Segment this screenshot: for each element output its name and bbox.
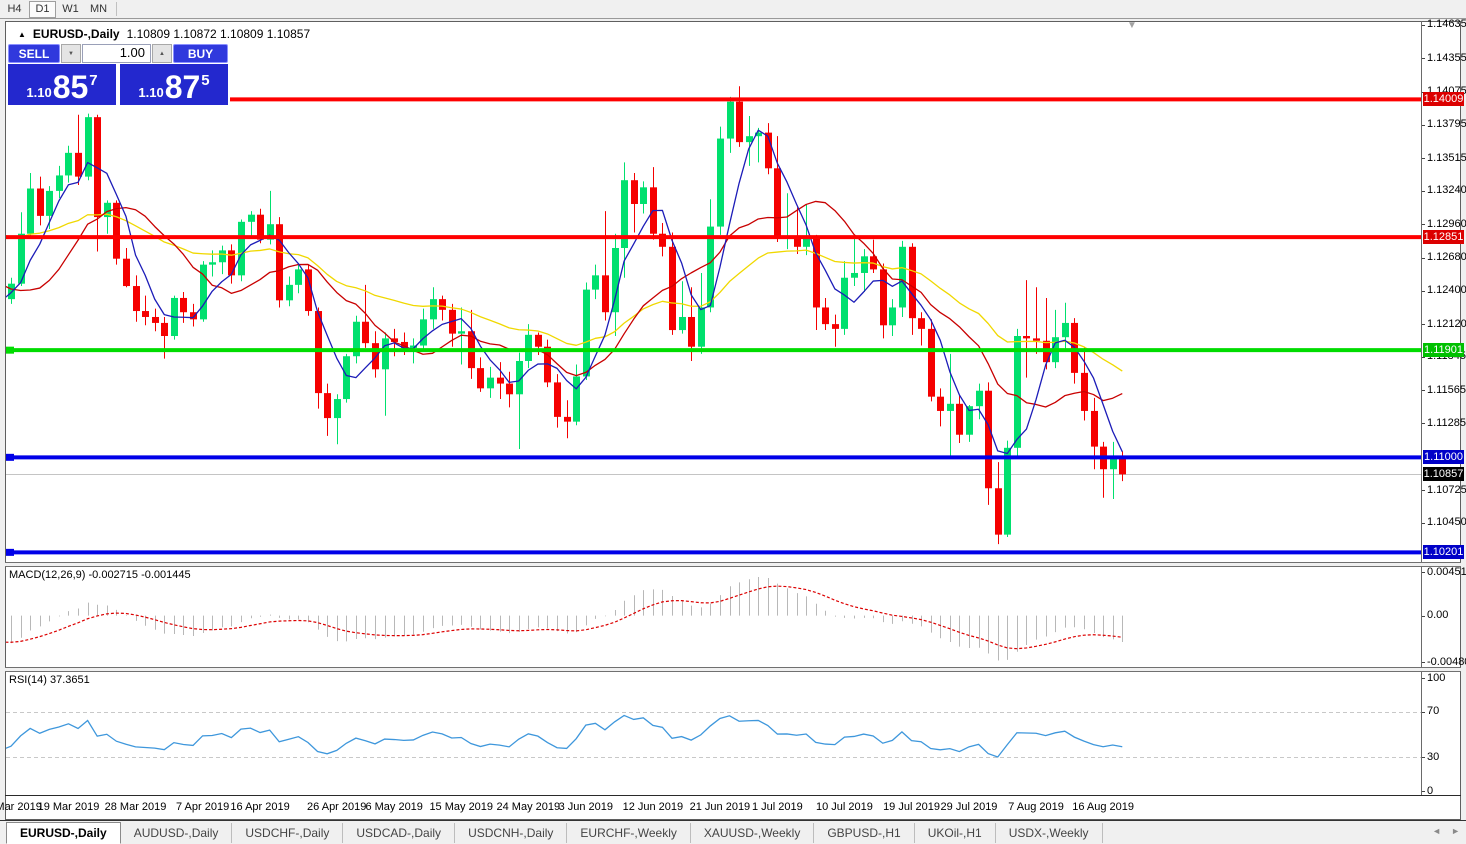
date-axis-label: 12 Jun 2019: [622, 801, 684, 813]
price-axis-label: 1.14355: [1427, 51, 1466, 64]
volume-decrease-button[interactable]: ▼: [61, 44, 81, 63]
price-level-badge: 1.10201: [1423, 545, 1464, 560]
date-axis-label: 29 Jul 2019: [940, 801, 998, 813]
price-axis-label: 1.12400: [1427, 284, 1466, 297]
price-axis-label: 1.14635: [1427, 18, 1466, 31]
collapse-arrow-icon[interactable]: ▲: [18, 30, 26, 39]
rsi-axis-label: 30: [1427, 750, 1440, 763]
macd-panel-resize-handle[interactable]: [5, 562, 1461, 567]
rsi-panel-resize-handle[interactable]: [5, 667, 1461, 672]
sell-price-point: 7: [89, 72, 98, 89]
date-axis-label: 15 May 2019: [429, 801, 494, 813]
chart-tab[interactable]: XAUUSD-,Weekly: [691, 822, 815, 843]
price-axis-label: 1.13515: [1427, 151, 1466, 164]
price-axis-separator: [1421, 21, 1422, 795]
price-axis-label: 1.10725: [1427, 483, 1466, 496]
chart-tab[interactable]: USDCHF-,Daily: [232, 822, 344, 843]
rsi-label: RSI(14) 37.3651: [9, 674, 90, 686]
chart-tab[interactable]: USDX-,Weekly: [996, 822, 1103, 843]
tabs-scroll-right-button[interactable]: ►: [1451, 826, 1460, 836]
macd-axis-label: 0.004517: [1427, 565, 1466, 578]
price-level-badge: 1.14009: [1423, 92, 1464, 107]
chart-shift-marker[interactable]: ▼: [1127, 20, 1137, 31]
volume-input[interactable]: 1.00: [82, 44, 151, 63]
price-axis-label: 1.12120: [1427, 317, 1466, 330]
chart-tab-bar: EURUSD-,Daily AUDUSD-,Daily USDCHF-,Daily U…: [0, 820, 1466, 844]
date-axis-label: 6 May 2019: [365, 801, 423, 813]
price-level-badge: 1.12851: [1423, 230, 1464, 245]
buy-price-major: 1.10: [138, 85, 164, 100]
one-click-trading-panel: SELL ▼ 1.00 ▲ BUY 1.10 85 7 1.10 87 5: [6, 42, 230, 106]
date-axis-label: 28 Mar 2019: [104, 801, 167, 813]
rsi-axis-label: 100: [1427, 671, 1446, 684]
chart-canvas[interactable]: [0, 0, 1466, 844]
mt4-terminal: { "toolbar": { "timeframes": [ { "label"…: [0, 0, 1466, 844]
chart-tab[interactable]: AUDUSD-,Daily: [121, 822, 233, 843]
sell-price-major: 1.10: [26, 85, 52, 100]
price-level-badge: 1.11000: [1423, 450, 1464, 465]
chart-ohlc-values: 1.10809 1.10872 1.10809 1.10857: [126, 27, 311, 41]
date-axis-separator: [5, 795, 1461, 796]
chart-tab[interactable]: EURUSD-,Daily: [6, 821, 121, 844]
date-axis-label: 10 Jul 2019: [816, 801, 873, 813]
sell-price-pips: 85: [52, 69, 89, 105]
chart-tab[interactable]: UKOil-,H1: [915, 822, 996, 843]
price-axis-label: 1.13795: [1427, 118, 1466, 131]
volume-increase-button[interactable]: ▲: [152, 44, 172, 63]
chart-tab[interactable]: EURCHF-,Weekly: [567, 822, 691, 843]
chart-symbol-period: EURUSD-,Daily: [32, 27, 120, 41]
price-level-badge: 1.11901: [1423, 343, 1464, 358]
buy-price-point: 5: [201, 72, 210, 89]
macd-label: MACD(12,26,9) -0.002715 -0.001445: [9, 569, 191, 581]
rsi-axis-label: 0: [1427, 784, 1434, 797]
rsi-axis-label: 70: [1427, 705, 1440, 718]
date-axis-label: 7 Aug 2019: [1008, 801, 1064, 813]
buy-price-pips: 87: [164, 69, 201, 105]
buy-price[interactable]: 1.10 87 5: [120, 64, 228, 105]
date-axis-label: 16 Aug 2019: [1072, 801, 1134, 813]
price-axis-label: 1.10450: [1427, 516, 1466, 529]
sell-button[interactable]: SELL: [8, 44, 60, 63]
price-level-badge: 1.10857: [1423, 467, 1464, 482]
date-axis-label: 1 Jul 2019: [752, 801, 803, 813]
tabs-scroll-left-button[interactable]: ◄: [1432, 826, 1441, 836]
date-axis-label: 3 Jun 2019: [558, 801, 614, 813]
price-axis-label: 1.12960: [1427, 217, 1466, 230]
chart-header: ▲ EURUSD-,Daily 1.10809 1.10872 1.10809 …: [18, 27, 310, 41]
chart-tab[interactable]: GBPUSD-,H1: [814, 822, 915, 843]
price-axis-label: 1.11565: [1427, 383, 1466, 396]
price-axis-label: 1.13240: [1427, 184, 1466, 197]
chart-tab[interactable]: USDCNH-,Daily: [455, 822, 568, 843]
chart-tab[interactable]: USDCAD-,Daily: [343, 822, 456, 843]
date-axis-label: 19 Mar 2019: [37, 801, 100, 813]
macd-axis-label: 0.00: [1427, 609, 1449, 622]
sell-price[interactable]: 1.10 85 7: [8, 64, 116, 105]
macd-axis-label: -0.004806: [1427, 655, 1466, 668]
price-axis-label: 1.12680: [1427, 251, 1466, 263]
price-axis-label: 1.11285: [1427, 416, 1466, 429]
date-axis-label: 16 Apr 2019: [230, 801, 290, 813]
buy-button[interactable]: BUY: [173, 44, 228, 63]
